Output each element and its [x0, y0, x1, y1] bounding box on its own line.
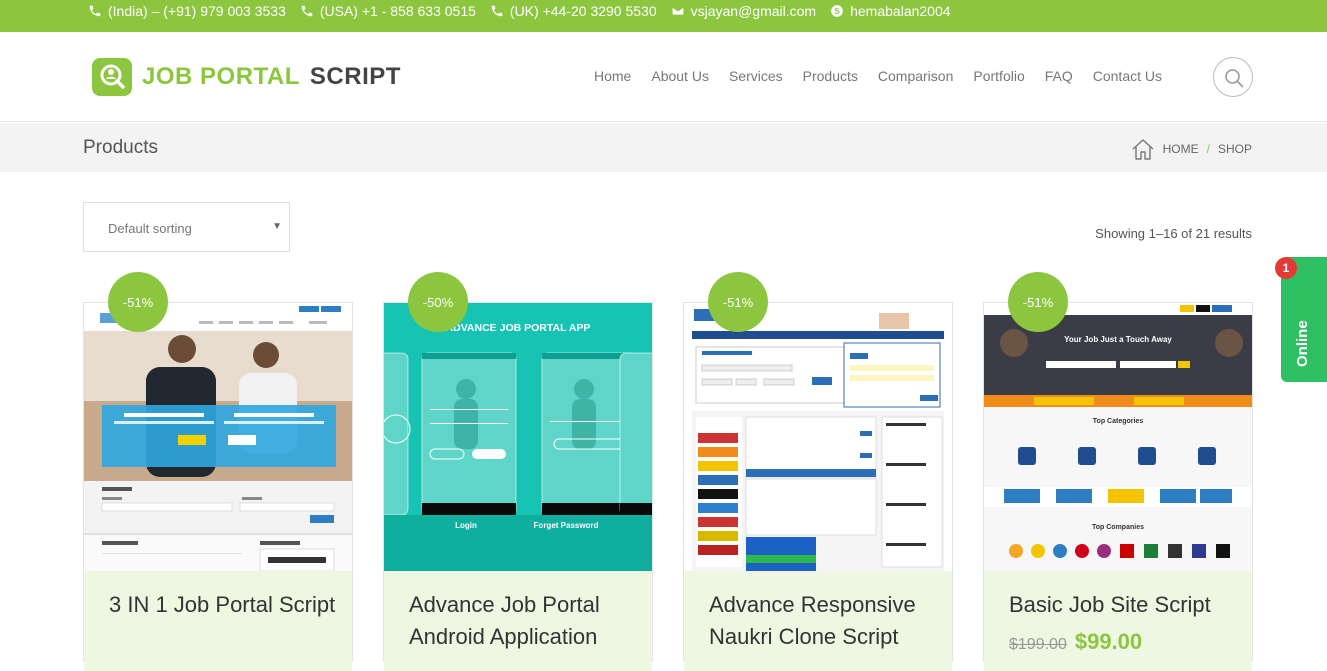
- phone-icon: [301, 5, 313, 17]
- logo-mark-icon: [92, 58, 132, 96]
- product-card[interactable]: ADVANCE JOB PORTAL APP Login Forget Pass…: [383, 302, 653, 671]
- nav-contact-us[interactable]: Contact Us: [1093, 68, 1162, 84]
- contact-email[interactable]: vsjayan@gmail.com: [671, 3, 816, 19]
- nav-products[interactable]: Products: [803, 68, 858, 84]
- online-label: Online: [1294, 320, 1311, 367]
- results-count: Showing 1–16 of 21 results: [1095, 226, 1252, 241]
- contact-email-text: vsjayan@gmail.com: [690, 3, 817, 19]
- product-info: 3 IN 1 Job Portal Script: [84, 571, 352, 671]
- search-icon: [1225, 69, 1244, 88]
- top-companies-heading: Top Companies: [1092, 524, 1144, 531]
- nav-about-us[interactable]: About Us: [651, 68, 709, 84]
- sale-price: $99.00: [1074, 629, 1143, 654]
- product-name[interactable]: Advance Job Portal Android Application: [409, 589, 639, 653]
- contact-skype-text: hemabalan2004: [850, 3, 951, 19]
- logo-text-primary: JOB PORTAL: [142, 63, 300, 90]
- page-title-bar: Products HOME / SHOP: [0, 123, 1327, 172]
- product-card[interactable]: Advance Responsive Naukri Clone Script: [683, 302, 953, 671]
- home-icon[interactable]: [1131, 138, 1155, 160]
- breadcrumb-home[interactable]: HOME: [1163, 142, 1199, 156]
- contact-skype[interactable]: S hemabalan2004: [830, 3, 951, 19]
- product-name[interactable]: Basic Job Site Script: [1009, 589, 1239, 621]
- discount-badge: -50%: [408, 272, 468, 332]
- product-screenshot-image: Your Job Just a Touch Away Top Categorie…: [984, 303, 1252, 571]
- app-banner-title: ADVANCE JOB PORTAL APP: [446, 322, 591, 334]
- product-thumbnail[interactable]: [84, 303, 352, 571]
- top-contact-bar: (India) – (+91) 979 003 3533 (USA) +1 - …: [0, 0, 1327, 32]
- original-price: $199.00: [1009, 636, 1067, 653]
- site-header: JOB PORTAL SCRIPT Home About Us Services…: [0, 32, 1327, 122]
- app-forgot-caption: Forget Password: [534, 521, 599, 530]
- contact-usa-text: (USA) +1 - 858 633 0515: [319, 3, 476, 19]
- product-screenshot-image: ADVANCE JOB PORTAL APP Login Forget Pass…: [384, 303, 652, 571]
- discount-badge: -51%: [108, 272, 168, 332]
- product-thumbnail[interactable]: Your Job Just a Touch Away Top Categorie…: [984, 303, 1252, 571]
- app-login-caption: Login: [455, 521, 477, 530]
- product-name[interactable]: Advance Responsive Naukri Clone Script: [709, 589, 939, 653]
- page-title: Products: [83, 137, 158, 158]
- caret-down-icon: ▼: [272, 221, 282, 232]
- discount-badge: -51%: [1008, 272, 1068, 332]
- nav-portfolio[interactable]: Portfolio: [973, 68, 1024, 84]
- product-card[interactable]: Your Job Just a Touch Away Top Categorie…: [983, 302, 1253, 671]
- search-button[interactable]: [1213, 57, 1253, 97]
- nav-comparison[interactable]: Comparison: [878, 68, 953, 84]
- main-nav: Home About Us Services Products Comparis…: [594, 68, 1182, 84]
- contact-india-text: (India) – (+91) 979 003 3533: [108, 3, 286, 19]
- breadcrumb-separator: /: [1206, 142, 1210, 156]
- site-logo[interactable]: JOB PORTAL SCRIPT: [92, 58, 401, 96]
- contact-uk-text: (UK) +44-20 3290 5530: [509, 3, 657, 19]
- product-screenshot-image: [84, 303, 352, 571]
- phone-icon: [89, 5, 101, 17]
- logo-text-secondary: SCRIPT: [309, 63, 401, 90]
- product-info: Advance Job Portal Android Application: [384, 571, 652, 671]
- nav-faq[interactable]: FAQ: [1045, 68, 1073, 84]
- nav-services[interactable]: Services: [729, 68, 783, 84]
- breadcrumb-current: SHOP: [1217, 142, 1252, 156]
- breadcrumb: HOME / SHOP: [1131, 138, 1252, 160]
- contact-india[interactable]: (India) – (+91) 979 003 3533: [88, 3, 286, 19]
- skype-icon: S: [831, 5, 843, 17]
- product-screenshot-image: [684, 303, 952, 571]
- contact-usa[interactable]: (USA) +1 - 858 633 0515: [300, 3, 476, 19]
- product-info: Advance Responsive Naukri Clone Script: [684, 571, 952, 671]
- notification-count-badge: 1: [1275, 257, 1297, 279]
- product-price: $199.00 $99.00: [1009, 629, 1142, 655]
- product-thumbnail[interactable]: ADVANCE JOB PORTAL APP Login Forget Pass…: [384, 303, 652, 571]
- product-thumbnail[interactable]: [684, 303, 952, 571]
- product-card[interactable]: 3 IN 1 Job Portal Script: [83, 302, 353, 671]
- contact-uk[interactable]: (UK) +44-20 3290 5530: [490, 3, 657, 19]
- online-chat-widget[interactable]: 1 Online: [1275, 257, 1327, 382]
- product-info: Basic Job Site Script $199.00 $99.00: [984, 571, 1252, 671]
- discount-badge: -51%: [708, 272, 768, 332]
- svg-text:S: S: [834, 7, 840, 16]
- phone-icon: [491, 5, 503, 17]
- hero-heading: Your Job Just a Touch Away: [1064, 335, 1172, 344]
- sorting-select[interactable]: Default sorting ▼: [83, 202, 290, 252]
- sorting-selected-value: Default sorting: [108, 221, 192, 236]
- product-name[interactable]: 3 IN 1 Job Portal Script: [109, 589, 339, 621]
- envelope-icon: [671, 6, 684, 16]
- nav-home[interactable]: Home: [594, 68, 631, 84]
- top-categories-heading: Top Categories: [1093, 418, 1144, 425]
